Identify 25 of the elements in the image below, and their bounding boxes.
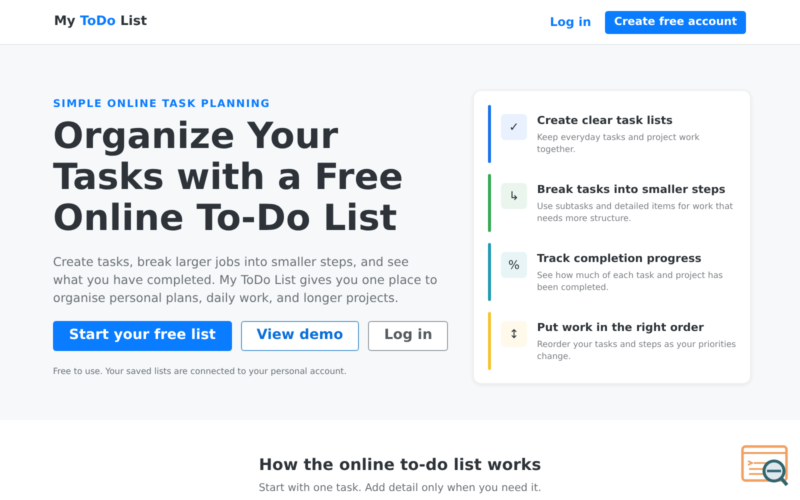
feature-icon: % [508,256,520,274]
feature-icon: ↳ [508,187,520,205]
feature-title: Break tasks into smaller steps [537,182,726,198]
feature-description: Reorder your tasks and steps as your priorities change. [537,338,737,362]
feature-title: Track completion progress [537,251,702,267]
section-heading: How the online to-do list works [258,454,542,476]
feature-title: Create clear task lists [537,113,674,129]
feature-description: See how much of each task and project has been completed. [537,270,724,294]
hero-description: Create tasks, break larger jobs into smaller steps, and see what you have completed. My ToDo List gives you one place to organise personal plans, daily work, and longer projects. [53,254,438,307]
section-subtitle: Start with one task. Add detail only when you need it. [258,481,542,496]
site-logo[interactable]: My ToDo List [54,12,147,32]
feature-icon: ✓ [508,118,520,136]
signup-button[interactable]: Create free account [605,10,746,34]
hero-button[interactable]: Log in [368,320,448,351]
hero-button[interactable]: View demo [240,320,360,351]
browser-search-icon[interactable] [741,445,791,489]
feature-description: Use subtasks and detailed items for work that needs more structure. [537,200,734,224]
hero-button[interactable]: Start your free list [53,320,232,351]
feature-title: Put work in the right order [537,320,705,336]
login-link[interactable]: Log in [550,13,592,31]
eyebrow-text: SIMPLE ONLINE TASK PLANNING [53,97,272,112]
hero-heading: Organize Your Tasks with a Free Online To-Do List [53,116,404,239]
feature-description: Keep everyday tasks and project work together. [537,132,701,156]
feature-icon: ↕ [508,325,520,343]
hero-note: Free to use. Your saved lists are connected to your personal account. [53,366,348,378]
